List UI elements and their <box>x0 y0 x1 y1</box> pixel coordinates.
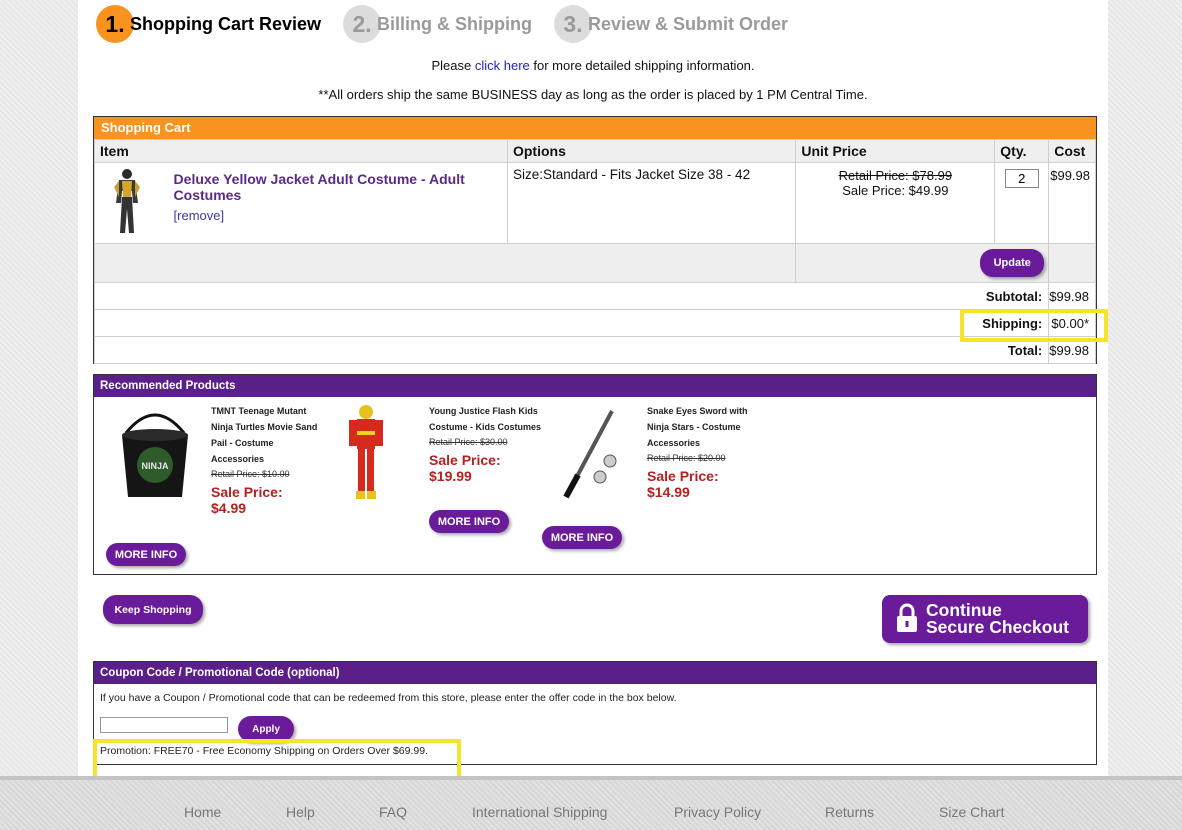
footer-link-size-chart[interactable]: Size Chart <box>939 804 1004 820</box>
unit-price-cell: Retail Price: $78.99 Sale Price: $49.99 <box>795 162 996 244</box>
cart-table: Item Options Unit Price Qty. Cost Deluxe… <box>93 139 1096 364</box>
coupon-code-input[interactable] <box>100 717 228 733</box>
footer-link-help[interactable]: Help <box>286 804 315 820</box>
coupon-instructions: If you have a Coupon / Promotional code … <box>100 692 677 704</box>
cart-header: Shopping Cart <box>94 117 1096 139</box>
retail-price: Retail Price: $20.00 <box>647 453 726 463</box>
retail-price: Retail Price: $78.99 <box>838 168 953 183</box>
checkout-steps: 1. Shopping Cart Review 2. Billing & Shi… <box>96 4 810 44</box>
shipping-row: Shipping: $0.00* <box>93 309 1096 337</box>
recommended-product: TMNT Teenage Mutant Ninja Turtles Movie … <box>211 403 321 516</box>
step-number: 1. <box>96 5 134 43</box>
step-cart-review: 1. Shopping Cart Review <box>96 5 321 43</box>
footer-link-privacy-policy[interactable]: Privacy Policy <box>674 804 761 820</box>
sale-price: Sale Price: $49.99 <box>842 183 949 198</box>
item-options: Size:Standard - Fits Jacket Size 38 - 42 <box>506 162 797 244</box>
promotion-highlight <box>93 739 461 781</box>
sale-price: $4.99 <box>211 500 247 516</box>
total-label: Total: <box>93 336 1050 364</box>
keep-shopping-button[interactable]: Keep Shopping <box>103 595 203 624</box>
product-name[interactable]: Snake Eyes Sword with Ninja Stars - Cost… <box>647 403 762 451</box>
page-content: 1. Shopping Cart Review 2. Billing & Shi… <box>78 0 1108 781</box>
product-thumbnail[interactable] <box>95 167 160 239</box>
shipping-notice: **All orders ship the same BUSINESS day … <box>318 87 868 102</box>
footer-link-international-shipping[interactable]: International Shipping <box>472 804 607 820</box>
recommended-product: Snake Eyes Sword with Ninja Stars - Cost… <box>647 403 762 500</box>
sword-image[interactable] <box>560 405 620 506</box>
lock-icon <box>896 603 918 636</box>
sale-price: $19.99 <box>429 468 472 484</box>
secure-checkout-button[interactable]: Continue Secure Checkout <box>882 595 1088 643</box>
footer-link-home[interactable]: Home <box>184 804 221 820</box>
product-name[interactable]: TMNT Teenage Mutant Ninja Turtles Movie … <box>211 403 321 467</box>
qty-cell <box>994 162 1050 244</box>
sale-price-label: Sale Price: <box>211 484 283 500</box>
more-info-button[interactable]: MORE INFO <box>106 543 186 566</box>
sale-price: $14.99 <box>647 484 690 500</box>
flash-costume-image[interactable] <box>346 403 386 508</box>
step-label: Review & Submit Order <box>588 13 789 34</box>
quantity-input[interactable] <box>1004 169 1039 188</box>
cart-header-row: Item Options Unit Price Qty. Cost <box>94 139 1096 163</box>
shipping-info-link[interactable]: click here <box>475 58 530 73</box>
retail-price: Retail Price: $30.00 <box>429 437 508 447</box>
update-row: Update <box>93 243 1096 283</box>
step-number: 3. <box>554 5 593 43</box>
shipping-label: Shipping: <box>93 309 1050 337</box>
subtotal-label: Subtotal: <box>93 282 1050 310</box>
svg-text:NINJA: NINJA <box>141 461 169 471</box>
retail-price: Retail Price: $10.00 <box>211 469 290 479</box>
column-header: Item <box>94 139 508 163</box>
cart-item-title[interactable]: Deluxe Yellow Jacket Adult Costume - Adu… <box>160 171 507 203</box>
checkout-label: Continue Secure Checkout <box>926 601 1069 637</box>
item-cost: $99.98 <box>1048 162 1096 244</box>
pail-image[interactable]: NINJA <box>118 403 192 506</box>
recommended-products: Recommended Products NINJA TMNT Teenage … <box>93 374 1097 575</box>
sale-price-label: Sale Price: <box>647 468 719 484</box>
update-button[interactable]: Update <box>980 249 1045 277</box>
more-info-button[interactable]: MORE INFO <box>542 526 622 549</box>
info-text: for more detailed shipping information. <box>529 58 755 73</box>
column-header: Unit Price <box>795 139 996 163</box>
subtotal-value: $99.98 <box>1048 282 1096 310</box>
remove-item-link[interactable]: [remove] <box>160 208 507 223</box>
shopping-cart: Shopping Cart Item Options Unit Price Qt… <box>93 116 1097 364</box>
step-label: Shopping Cart Review <box>130 13 322 34</box>
info-text: Please <box>431 58 475 73</box>
shipping-highlight <box>960 309 1108 342</box>
column-header: Cost <box>1048 139 1096 163</box>
column-header: Options <box>506 139 797 163</box>
more-info-button[interactable]: MORE INFO <box>429 510 509 533</box>
subtotal-row: Subtotal: $99.98 <box>93 282 1096 310</box>
cart-item-row: Deluxe Yellow Jacket Adult Costume - Adu… <box>94 162 1096 244</box>
step-label: Billing & Shipping <box>377 13 533 34</box>
footer: Home Help FAQ International Shipping Pri… <box>0 776 1182 830</box>
sale-price-label: Sale Price: <box>429 452 501 468</box>
item-cell: Deluxe Yellow Jacket Adult Costume - Adu… <box>94 162 508 244</box>
column-header: Qty. <box>994 139 1050 163</box>
recommended-header: Recommended Products <box>94 375 1096 397</box>
recommended-product: Young Justice Flash Kids Costume - Kids … <box>429 403 544 484</box>
total-row: Total: $99.98 <box>93 336 1096 364</box>
checkout-line-2: Secure Checkout <box>926 617 1069 637</box>
step-number: 2. <box>343 5 382 43</box>
product-name[interactable]: Young Justice Flash Kids Costume - Kids … <box>429 403 544 435</box>
footer-link-faq[interactable]: FAQ <box>379 804 407 820</box>
shipping-info-line: Please click here for more detailed ship… <box>78 58 1108 73</box>
step-billing-shipping: 2. Billing & Shipping <box>343 5 532 43</box>
footer-link-returns[interactable]: Returns <box>825 804 874 820</box>
coupon-header: Coupon Code / Promotional Code (optional… <box>94 662 1096 684</box>
step-review-submit: 3. Review & Submit Order <box>554 5 788 43</box>
